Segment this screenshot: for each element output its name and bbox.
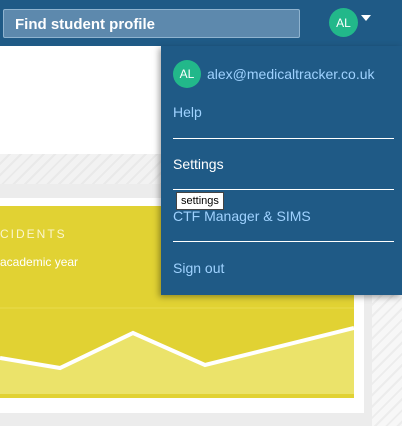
- menu-divider: [173, 241, 394, 242]
- user-avatar-button[interactable]: AL: [329, 8, 358, 37]
- search-placeholder: Find student profile: [15, 16, 155, 33]
- trend-area: [0, 328, 354, 394]
- student-search-input[interactable]: Find student profile: [3, 9, 300, 38]
- menu-divider: [173, 189, 394, 190]
- incidents-card-title: CIDENTS: [0, 227, 67, 241]
- account-menu: AL alex@medicaltracker.co.uk Help Settin…: [161, 46, 402, 295]
- incidents-card-subtitle: academic year: [0, 255, 79, 269]
- incidents-trend-chart: [0, 307, 354, 394]
- chevron-down-icon[interactable]: [361, 15, 371, 21]
- account-email: alex@medicaltracker.co.uk: [207, 66, 375, 82]
- menu-divider: [173, 138, 394, 139]
- menu-item-ctf-manager[interactable]: CTF Manager & SIMS: [173, 208, 311, 224]
- menu-item-sign-out[interactable]: Sign out: [173, 260, 224, 276]
- settings-tooltip: settings: [176, 192, 224, 210]
- top-navigation-bar: Find student profile AL: [0, 0, 402, 46]
- menu-avatar: AL: [173, 60, 201, 88]
- menu-item-help[interactable]: Help: [173, 104, 202, 120]
- menu-item-settings[interactable]: Settings: [173, 156, 224, 172]
